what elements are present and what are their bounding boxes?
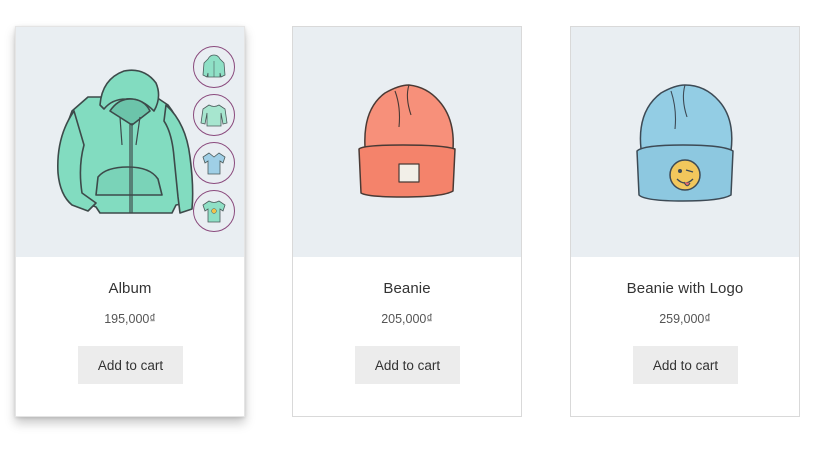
product-title[interactable]: Album <box>16 280 244 297</box>
product-price: 205,000₫ <box>381 312 433 326</box>
long-sleeve-tee-thumbnail[interactable] <box>193 94 235 136</box>
product-card-album: Album 195,000₫ Add to cart <box>15 26 245 417</box>
product-price: 195,000₫ <box>104 312 156 326</box>
add-to-cart-button[interactable]: Add to cart <box>78 346 183 384</box>
product-image-area[interactable] <box>293 27 521 257</box>
product-title[interactable]: Beanie with Logo <box>571 280 799 297</box>
product-card-beanie: Beanie 205,000₫ Add to cart <box>292 26 522 417</box>
orange-beanie-image[interactable] <box>293 27 521 257</box>
blue-beanie-with-logo-image[interactable] <box>571 27 799 257</box>
product-card-beanie-with-logo: Beanie with Logo 259,000₫ Add to cart <box>570 26 800 417</box>
polo-thumbnail[interactable] <box>193 142 235 184</box>
product-image-area[interactable] <box>571 27 799 257</box>
tshirt-thumbnail[interactable] <box>193 190 235 232</box>
add-to-cart-button[interactable]: Add to cart <box>633 346 738 384</box>
product-title[interactable]: Beanie <box>293 280 521 297</box>
product-price: 259,000₫ <box>659 312 711 326</box>
add-to-cart-button[interactable]: Add to cart <box>355 346 460 384</box>
hoodie-thumbnail[interactable] <box>193 46 235 88</box>
product-image-area[interactable] <box>16 27 244 257</box>
